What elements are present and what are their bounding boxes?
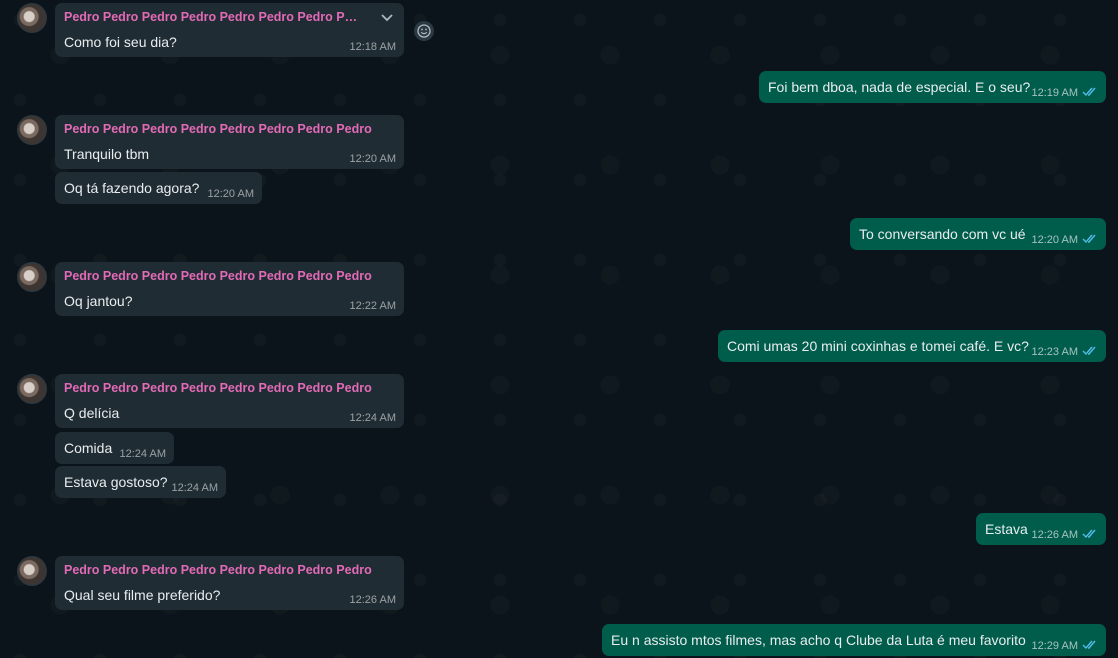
outgoing-message[interactable]: Eu n assisto mtos filmes, mas acho q Clu… <box>602 624 1106 656</box>
message-text: Como foi seu dia? <box>64 34 177 50</box>
incoming-message[interactable]: Oq tá fazendo agora? 12:20 AM <box>55 172 262 204</box>
outgoing-message[interactable]: Comi umas 20 mini coxinhas e tomei café.… <box>718 330 1106 362</box>
message-text: Tranquilo tbm <box>64 146 150 162</box>
incoming-message[interactable]: Estava gostoso? 12:24 AM <box>55 466 226 498</box>
sender-name[interactable]: Pedro Pedro Pedro Pedro Pedro Pedro Pedr… <box>64 563 372 577</box>
message-text: Oq jantou? <box>64 293 133 309</box>
message-text: Foi bem dboa, nada de especial. E o seu? <box>768 79 1031 95</box>
message-time: 12:22 AM <box>349 300 396 312</box>
message-time: 12:24 AM <box>171 482 218 494</box>
outgoing-message[interactable]: Foi bem dboa, nada de especial. E o seu?… <box>759 71 1106 103</box>
message-text: Estava <box>985 521 1028 537</box>
message-text: Q delícia <box>64 405 120 421</box>
message-time: 12:24 AM <box>349 412 396 424</box>
sender-name[interactable]: Pedro Pedro Pedro Pedro Pedro Pedro Pedr… <box>64 381 372 395</box>
outgoing-message[interactable]: Estava 12:26 AM <box>976 513 1106 545</box>
message-time: 12:26 AM <box>349 594 396 606</box>
message-time: 12:19 AM <box>1031 87 1078 99</box>
message-time: 12:18 AM <box>349 41 396 53</box>
incoming-message[interactable]: Pedro Pedro Pedro Pedro Pedro Pedro Pedr… <box>55 374 404 428</box>
avatar[interactable] <box>17 115 47 145</box>
incoming-message[interactable]: Pedro Pedro Pedro Pedro Pedro Pedro Pedr… <box>55 3 404 57</box>
double-check-icon <box>1082 346 1096 356</box>
avatar[interactable] <box>17 262 47 292</box>
message-text: To conversando com vc ué <box>859 226 1026 242</box>
message-text: Eu n assisto mtos filmes, mas acho q Clu… <box>611 632 1026 648</box>
message-time: 12:29 AM <box>1031 640 1078 652</box>
message-time: 12:23 AM <box>1031 346 1078 358</box>
avatar[interactable] <box>17 556 47 586</box>
emoji-icon[interactable] <box>414 21 434 41</box>
incoming-message[interactable]: Comida 12:24 AM <box>55 432 174 464</box>
message-text: Oq tá fazendo agora? <box>64 180 200 196</box>
avatar[interactable] <box>17 374 47 404</box>
message-text: Estava gostoso? <box>64 474 168 490</box>
message-text: Comi umas 20 mini coxinhas e tomei café.… <box>727 338 1029 354</box>
message-time: 12:24 AM <box>119 448 166 460</box>
message-time: 12:20 AM <box>207 188 254 200</box>
incoming-message[interactable]: Pedro Pedro Pedro Pedro Pedro Pedro Pedr… <box>55 556 404 610</box>
message-time: 12:26 AM <box>1031 529 1078 541</box>
message-text: Qual seu filme preferido? <box>64 587 221 603</box>
incoming-message[interactable]: Pedro Pedro Pedro Pedro Pedro Pedro Pedr… <box>55 262 404 316</box>
outgoing-message[interactable]: To conversando com vc ué 12:20 AM <box>850 218 1106 250</box>
message-text: Comida <box>64 440 113 456</box>
double-check-icon <box>1082 87 1096 97</box>
double-check-icon <box>1082 234 1096 244</box>
avatar[interactable] <box>17 3 47 33</box>
sender-name[interactable]: Pedro Pedro Pedro Pedro Pedro Pedro Pedr… <box>64 122 372 136</box>
sender-name[interactable]: Pedro Pedro Pedro Pedro Pedro Pedro Pedr… <box>64 10 364 24</box>
double-check-icon <box>1082 529 1096 539</box>
message-time: 12:20 AM <box>1031 234 1078 246</box>
chevron-down-icon[interactable] <box>378 9 396 27</box>
incoming-message[interactable]: Pedro Pedro Pedro Pedro Pedro Pedro Pedr… <box>55 115 404 169</box>
sender-name[interactable]: Pedro Pedro Pedro Pedro Pedro Pedro Pedr… <box>64 269 372 283</box>
double-check-icon <box>1082 640 1096 650</box>
message-time: 12:20 AM <box>349 153 396 165</box>
